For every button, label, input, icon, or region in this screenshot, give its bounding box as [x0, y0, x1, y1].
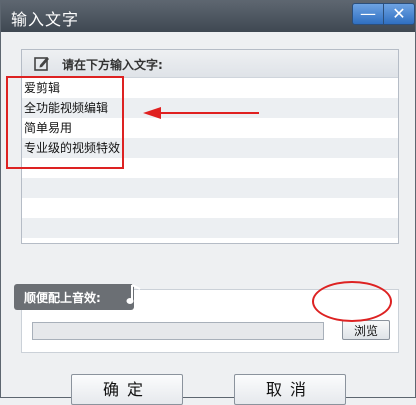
audio-label: 顺便配上音效:: [24, 291, 101, 305]
title-bar[interactable]: 输入文字 — ✕: [1, 1, 415, 32]
audio-tab: 顺便配上音效:: [14, 284, 134, 310]
text-line[interactable]: [22, 218, 398, 238]
text-panel-header: 请在下方输入文字:: [22, 50, 398, 78]
highlight-box: [6, 76, 124, 169]
dialog-window: 输入文字 — ✕ 请在下方输入文字: 爱剪辑 全功能视频编辑 简单易用 专业级的…: [0, 0, 416, 405]
ok-button[interactable]: 确定: [71, 374, 183, 405]
close-button[interactable]: ✕: [383, 3, 415, 25]
highlight-ellipse: [312, 281, 392, 322]
edit-icon: [34, 57, 49, 71]
music-note-icon: [126, 284, 141, 304]
window-title: 输入文字: [11, 10, 80, 29]
audio-path-input[interactable]: [32, 322, 324, 340]
text-line[interactable]: [22, 238, 398, 258]
red-arrow-annotation: [143, 107, 259, 119]
text-line[interactable]: [22, 198, 398, 218]
browse-button[interactable]: 浏览: [342, 320, 390, 340]
text-line[interactable]: [22, 178, 398, 198]
minimize-button[interactable]: —: [352, 3, 384, 25]
cancel-button[interactable]: 取消: [234, 374, 346, 405]
text-panel-title: 请在下方输入文字:: [62, 58, 163, 72]
